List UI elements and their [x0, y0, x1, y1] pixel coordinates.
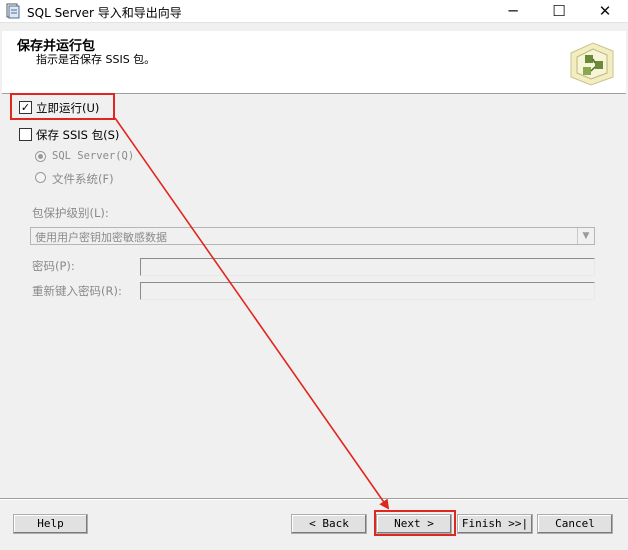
help-button[interactable]: Help — [13, 514, 88, 534]
protection-level-value: 使用用户密钥加密敏感数据 — [35, 231, 167, 244]
finish-button[interactable]: Finish >>| — [457, 514, 533, 534]
protection-level-label: 包保护级别(L): — [32, 206, 109, 220]
wizard-header: 保存并运行包 指示是否保存 SSIS 包。 — [2, 31, 626, 94]
title-bar: SQL Server 导入和导出向导 ─ ☐ ✕ — [0, 0, 628, 23]
save-package-label: 保存 SSIS 包(S) — [36, 128, 120, 142]
retype-password-label: 重新键入密码(R): — [32, 284, 122, 298]
file-system-radio[interactable] — [35, 172, 46, 183]
sql-server-radio-label: SQL Server(Q) — [52, 150, 135, 162]
minimize-button[interactable]: ─ — [490, 0, 536, 22]
footer-divider — [0, 498, 628, 500]
wizard-app-icon — [6, 3, 20, 19]
password-field[interactable] — [140, 258, 595, 276]
cancel-button[interactable]: Cancel — [537, 514, 613, 534]
window-title: SQL Server 导入和导出向导 — [27, 6, 182, 20]
retype-password-field[interactable] — [140, 282, 595, 300]
save-package-checkbox[interactable] — [19, 128, 32, 141]
password-label: 密码(P): — [32, 259, 75, 273]
maximize-button[interactable]: ☐ — [536, 0, 582, 22]
protection-level-select[interactable]: 使用用户密钥加密敏感数据 ▼ — [30, 227, 595, 245]
page-subtitle: 指示是否保存 SSIS 包。 — [36, 53, 156, 66]
ssis-package-icon — [563, 35, 617, 87]
file-system-radio-label: 文件系统(F) — [52, 172, 114, 186]
back-button[interactable]: < Back — [291, 514, 367, 534]
chevron-down-icon[interactable]: ▼ — [577, 228, 594, 244]
close-button[interactable]: ✕ — [582, 0, 628, 22]
run-immediately-highlight — [10, 93, 115, 120]
sql-server-radio[interactable] — [35, 151, 46, 162]
next-button-highlight — [374, 510, 456, 536]
